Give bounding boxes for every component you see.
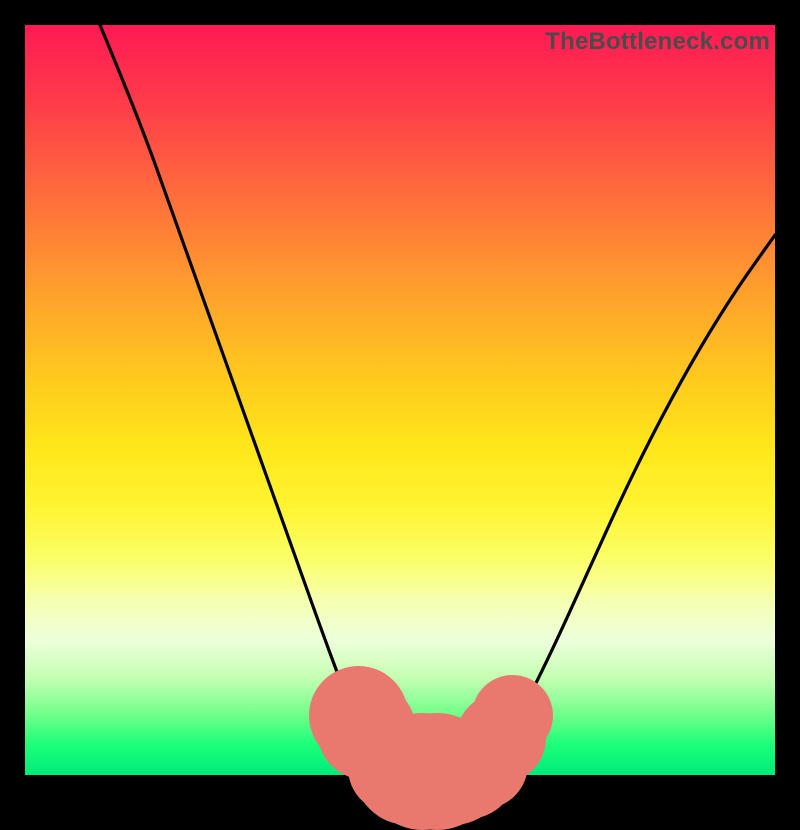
chart-frame: TheBottleneck.com — [0, 0, 800, 800]
bottleneck-curve — [25, 25, 775, 775]
chart-plot-area — [25, 25, 775, 775]
watermark-label: TheBottleneck.com — [545, 28, 770, 56]
dot-right-c — [472, 675, 553, 756]
